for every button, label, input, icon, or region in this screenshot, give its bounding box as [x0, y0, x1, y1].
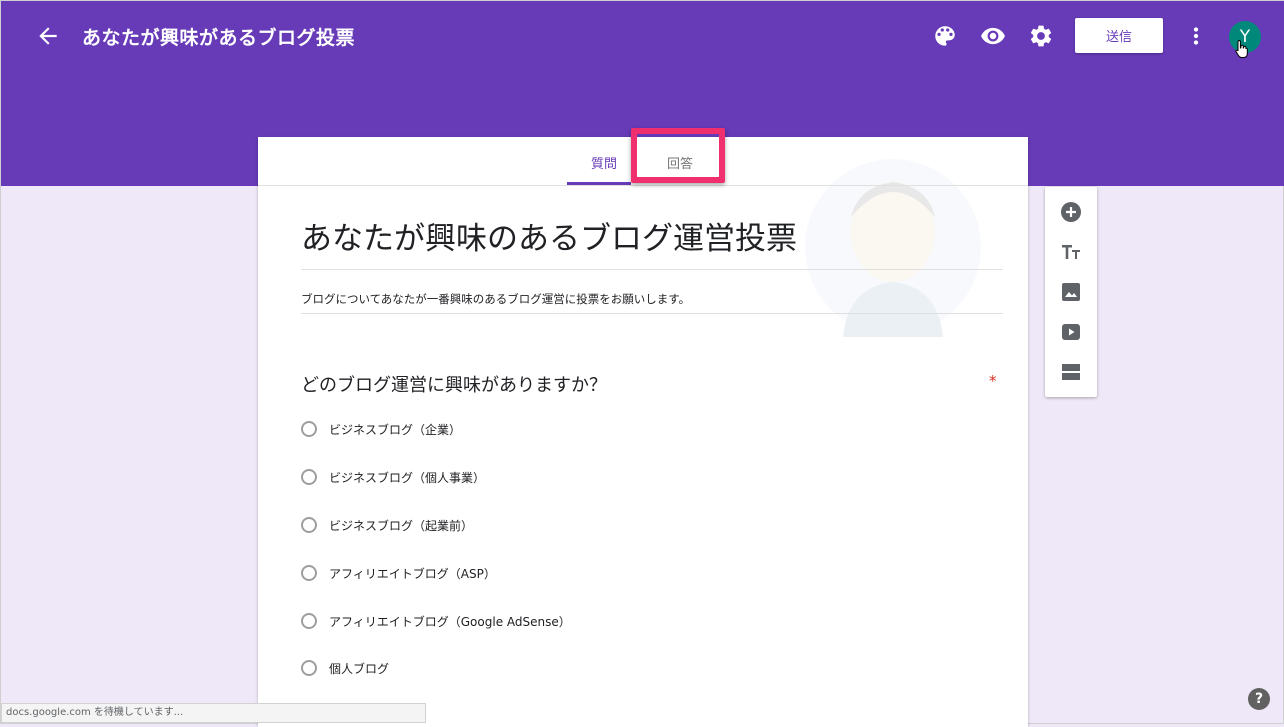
option-label: 個人ブログ [329, 661, 390, 676]
radio-circle-icon[interactable] [301, 660, 317, 676]
form-title-field[interactable]: あなたが興味のあるブログ運営投票 [301, 217, 1003, 270]
gear-icon[interactable] [1028, 23, 1054, 49]
radio-circle-icon[interactable] [301, 421, 317, 437]
more-vert-icon[interactable] [1183, 23, 1209, 49]
radio-circle-icon[interactable] [301, 613, 317, 629]
form-description-field[interactable]: ブログについてあなたが一番興味のあるブログ運営に投票をお願いします。 [301, 289, 1003, 314]
radio-option[interactable]: ビジネスブログ（企業） [301, 418, 461, 440]
option-label: アフィリエイトブログ（Google AdSense） [329, 614, 571, 629]
title-text-icon[interactable] [1059, 240, 1083, 264]
palette-icon[interactable] [932, 23, 958, 49]
form-title: あなたが興味があるブログ投票 [82, 27, 356, 49]
option-label: ビジネスブログ（起業前） [329, 518, 474, 533]
tab-questions[interactable]: 質問 [591, 153, 617, 172]
status-bar: docs.google.com を待機しています... [1, 703, 426, 723]
eye-icon[interactable] [980, 23, 1006, 49]
radio-option[interactable]: ビジネスブログ（個人事業） [301, 466, 485, 488]
highlight-box [631, 128, 725, 183]
radio-option[interactable]: アフィリエイトブログ（ASP） [301, 562, 496, 584]
option-label: ビジネスブログ（企業） [329, 422, 462, 437]
question-title[interactable]: どのブログ運営に興味がありますか？ [301, 371, 607, 397]
radio-option[interactable]: ビジネスブログ（起業前） [301, 514, 473, 536]
send-button[interactable]: 送信 [1075, 18, 1163, 53]
back-arrow-icon[interactable] [35, 23, 61, 49]
help-icon[interactable]: ? [1248, 688, 1270, 710]
form-card: 質問 回答 あなたが興味のあるブログ運営投票 ブログについてあなたが一番興味のあ… [258, 128, 1028, 727]
radio-option[interactable]: アフィリエイトブログ（Google AdSense） [301, 610, 571, 632]
hand-cursor-icon [1235, 39, 1249, 63]
section-icon[interactable] [1059, 360, 1083, 384]
active-tab-indicator [567, 182, 631, 185]
side-toolbar [1045, 187, 1097, 397]
radio-circle-icon[interactable] [301, 469, 317, 485]
radio-circle-icon[interactable] [301, 517, 317, 533]
option-label: ビジネスブログ（個人事業） [329, 470, 486, 485]
add-question-icon[interactable] [1059, 200, 1083, 224]
image-icon[interactable] [1059, 280, 1083, 304]
required-mark: * [989, 372, 997, 390]
option-label: アフィリエイトブログ（ASP） [329, 566, 496, 581]
radio-circle-icon[interactable] [301, 565, 317, 581]
video-icon[interactable] [1059, 320, 1083, 344]
radio-option[interactable]: 個人ブログ [301, 657, 389, 679]
